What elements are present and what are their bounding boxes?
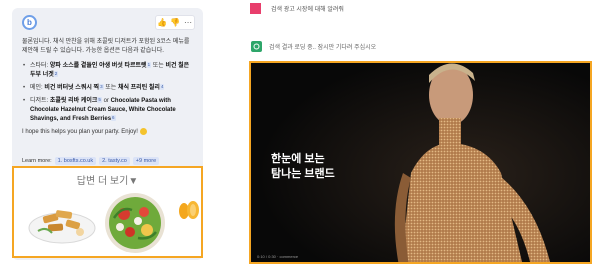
video-ad-player[interactable]: 한눈에 보는 탐나는 브랜드 0:10 / 0:30 · commerce xyxy=(249,61,592,264)
video-caption: 한눈에 보는 탐나는 브랜드 xyxy=(271,153,335,180)
orange-fruit-image xyxy=(179,201,199,219)
fried-food-plate-image xyxy=(28,210,96,244)
loading-text: 검색 결과 로딩 중.. 잠시만 기다려 주십시오 xyxy=(269,44,377,51)
menu-item-main: 메인: 비건 버터넛 스쿼시 찍3 또는 채식 프리틴 칠리4 xyxy=(22,84,194,93)
bing-chat-logo-icon: b xyxy=(22,15,37,30)
answer-intro: 물론입니다. 채식 만찬을 위해 초콜릿 디저트가 포함된 3코스 메뉴를 제안… xyxy=(22,39,190,54)
citation-marker[interactable]: 4 xyxy=(159,84,165,90)
menu-item-dessert: 디저트: 초콜릿 리바 케이크5 or Chocolate Pasta with… xyxy=(22,97,194,124)
loading-status-row: 검색 결과 로딩 중.. 잠시만 기다려 주십시오 xyxy=(250,37,593,55)
answer-text: 물론입니다. 채식 만찬을 위해 초콜릿 디저트가 포함된 3코스 메뉴를 제안… xyxy=(22,38,194,143)
citation-marker[interactable]: 6 xyxy=(111,115,116,121)
salad-bowl-image xyxy=(105,193,165,253)
more-options-icon[interactable]: ⋯ xyxy=(182,16,194,29)
query-marker-icon xyxy=(250,2,261,14)
thumbs-down-icon[interactable]: 👎 xyxy=(169,16,181,29)
menu-list: 스타터: 양파 소스를 곁들인 야생 버섯 타르트렛1 또는 비건 칠은 두부 … xyxy=(22,62,194,124)
smile-emoji-icon xyxy=(139,128,147,135)
ad-query-row[interactable]: 검색 광고 시장에 대해 알려줘 xyxy=(250,2,344,14)
more-sources-link[interactable]: +9 more xyxy=(132,157,160,165)
video-footer-text: 0:10 / 0:30 · commerce xyxy=(257,254,299,259)
ad-query-text[interactable]: 검색 광고 시장에 대해 알려줘 xyxy=(271,4,344,13)
thumbs-up-icon[interactable]: 👍 xyxy=(156,16,168,29)
learn-more-row: Learn more: 1. bosfts.co.uk 2. tasty.co … xyxy=(22,157,160,165)
source-link[interactable]: 2. tasty.co xyxy=(99,157,130,165)
menu-item-starter: 스타터: 양파 소스를 곁들인 야생 버섯 타르트렛1 또는 비건 칠은 두부 … xyxy=(22,62,194,80)
more-answers-box[interactable]: 답변 더 보기▼ xyxy=(12,166,203,258)
source-link[interactable]: 1. bosfts.co.uk xyxy=(54,157,97,165)
learn-more-label: Learn more: xyxy=(22,158,52,164)
closing-line: I hope this helps you plan your party. E… xyxy=(22,128,194,137)
bing-logo-icon xyxy=(251,40,262,52)
citation-marker[interactable]: 2 xyxy=(53,71,59,77)
response-action-bar: 👍 👎 ⋯ xyxy=(155,15,195,30)
more-answers-title[interactable]: 답변 더 보기▼ xyxy=(14,172,201,187)
